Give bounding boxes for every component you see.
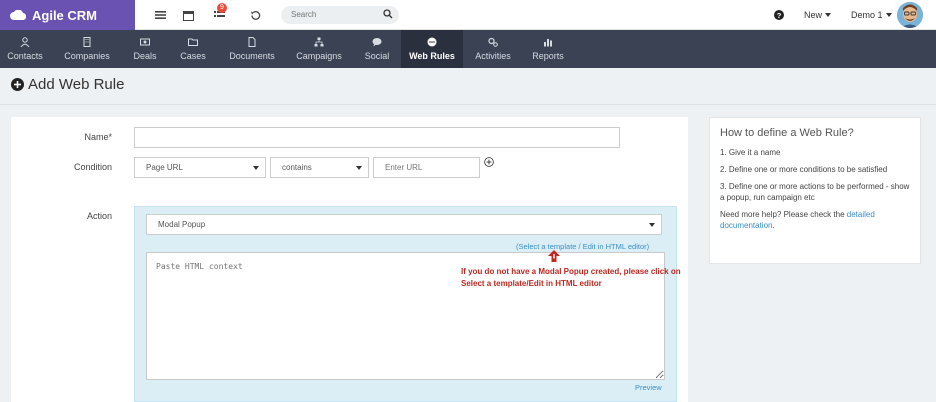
money-icon xyxy=(140,38,150,46)
nav-item-cases[interactable]: Cases xyxy=(172,30,214,68)
notification-badge: 9 xyxy=(217,3,227,13)
nav-item-social[interactable]: Social xyxy=(356,30,398,68)
svg-text:?: ? xyxy=(777,11,782,20)
folder-icon xyxy=(188,38,198,46)
tasks-icon[interactable]: 9 xyxy=(211,3,227,23)
nav-item-label: Reports xyxy=(532,51,564,61)
nav-item-web-rules[interactable]: Web Rules xyxy=(401,30,463,68)
name-label: Name* xyxy=(84,132,112,142)
nav-item-label: Deals xyxy=(133,51,157,61)
nav-item-contacts[interactable]: Contacts xyxy=(0,30,50,68)
caret-down-icon xyxy=(825,13,832,17)
nav-item-label: Documents xyxy=(229,51,275,61)
search-icon[interactable] xyxy=(383,9,393,19)
condition-operator-select[interactable]: contains xyxy=(270,157,369,178)
nav-item-reports[interactable]: Reports xyxy=(526,30,570,68)
nav-item-companies[interactable]: Companies xyxy=(58,30,116,68)
document-icon xyxy=(248,37,256,47)
help-panel: How to define a Web Rule? 1. Give it a n… xyxy=(709,117,921,264)
plus-circle-icon xyxy=(11,78,24,91)
caret-down-icon xyxy=(885,13,892,17)
help-icon[interactable]: ? xyxy=(774,0,784,30)
condition-operator-value: contains xyxy=(282,163,312,172)
nav-item-label: Cases xyxy=(180,51,206,61)
help-step-1: 1. Give it a name xyxy=(720,148,781,157)
nav-item-activities[interactable]: Activities xyxy=(468,30,518,68)
url-input[interactable] xyxy=(373,157,480,178)
user-menu[interactable]: Demo 1 xyxy=(851,0,892,30)
new-menu[interactable]: New xyxy=(804,0,832,30)
cloud-icon xyxy=(10,10,26,20)
user-menu-label: Demo 1 xyxy=(851,10,883,20)
help-more-text: Need more help? Please check the xyxy=(720,210,847,219)
nav-item-documents[interactable]: Documents xyxy=(222,30,282,68)
chat-icon xyxy=(372,38,382,47)
name-input[interactable] xyxy=(134,127,620,148)
header-divider xyxy=(0,104,936,105)
web-rules-icon xyxy=(427,37,437,47)
nav-item-label: Activities xyxy=(475,51,511,61)
condition-field-select[interactable]: Page URL xyxy=(134,157,266,178)
select-template-link[interactable]: (Select a template / Edit in HTML editor… xyxy=(516,242,649,251)
help-more-end: . xyxy=(772,221,775,230)
nav-item-label: Companies xyxy=(64,51,110,61)
gears-icon xyxy=(488,37,498,47)
avatar[interactable] xyxy=(897,2,923,28)
list-icon[interactable] xyxy=(152,7,168,23)
nav-item-deals[interactable]: Deals xyxy=(124,30,166,68)
condition-field-value: Page URL xyxy=(146,163,183,172)
page-title-text: Add Web Rule xyxy=(28,76,125,93)
person-icon xyxy=(20,37,30,47)
history-icon[interactable] xyxy=(247,7,263,23)
help-step-2: 2. Define one or more conditions to be s… xyxy=(720,165,888,174)
calendar-icon[interactable] xyxy=(180,7,196,23)
nav-item-label: Campaigns xyxy=(296,51,342,61)
action-select[interactable]: Modal Popup xyxy=(146,214,662,235)
avatar-image xyxy=(897,2,923,28)
action-select-value: Modal Popup xyxy=(158,220,206,229)
help-more: Need more help? Please check the detaile… xyxy=(720,209,910,231)
preview-link[interactable]: Preview xyxy=(635,383,662,392)
annotation-note: If you do not have a Modal Popup created… xyxy=(461,267,681,288)
top-bar: Agile CRM 9 ? New Demo 1 xyxy=(0,0,936,30)
page-title: Add Web Rule xyxy=(11,76,124,93)
brand-logo[interactable]: Agile CRM xyxy=(0,0,135,30)
help-step-3: 3. Define one or more actions to be perf… xyxy=(720,182,910,202)
nav-item-label: Web Rules xyxy=(409,51,455,61)
add-condition-icon[interactable] xyxy=(484,157,494,167)
sitemap-icon xyxy=(314,37,324,47)
brand-name: Agile CRM xyxy=(32,7,97,23)
nav-item-campaigns[interactable]: Campaigns xyxy=(290,30,348,68)
help-title: How to define a Web Rule? xyxy=(720,127,854,139)
search-input[interactable] xyxy=(281,6,399,24)
main-nav: Contacts Companies Deals Cases Documents… xyxy=(0,30,936,68)
action-label: Action xyxy=(86,211,112,221)
arrow-up-icon xyxy=(548,250,560,262)
bar-chart-icon xyxy=(544,39,552,47)
nav-item-label: Contacts xyxy=(7,51,43,61)
nav-item-label: Social xyxy=(364,51,390,61)
building-icon xyxy=(83,37,91,47)
condition-label: Condition xyxy=(73,162,112,172)
new-menu-label: New xyxy=(804,10,823,20)
